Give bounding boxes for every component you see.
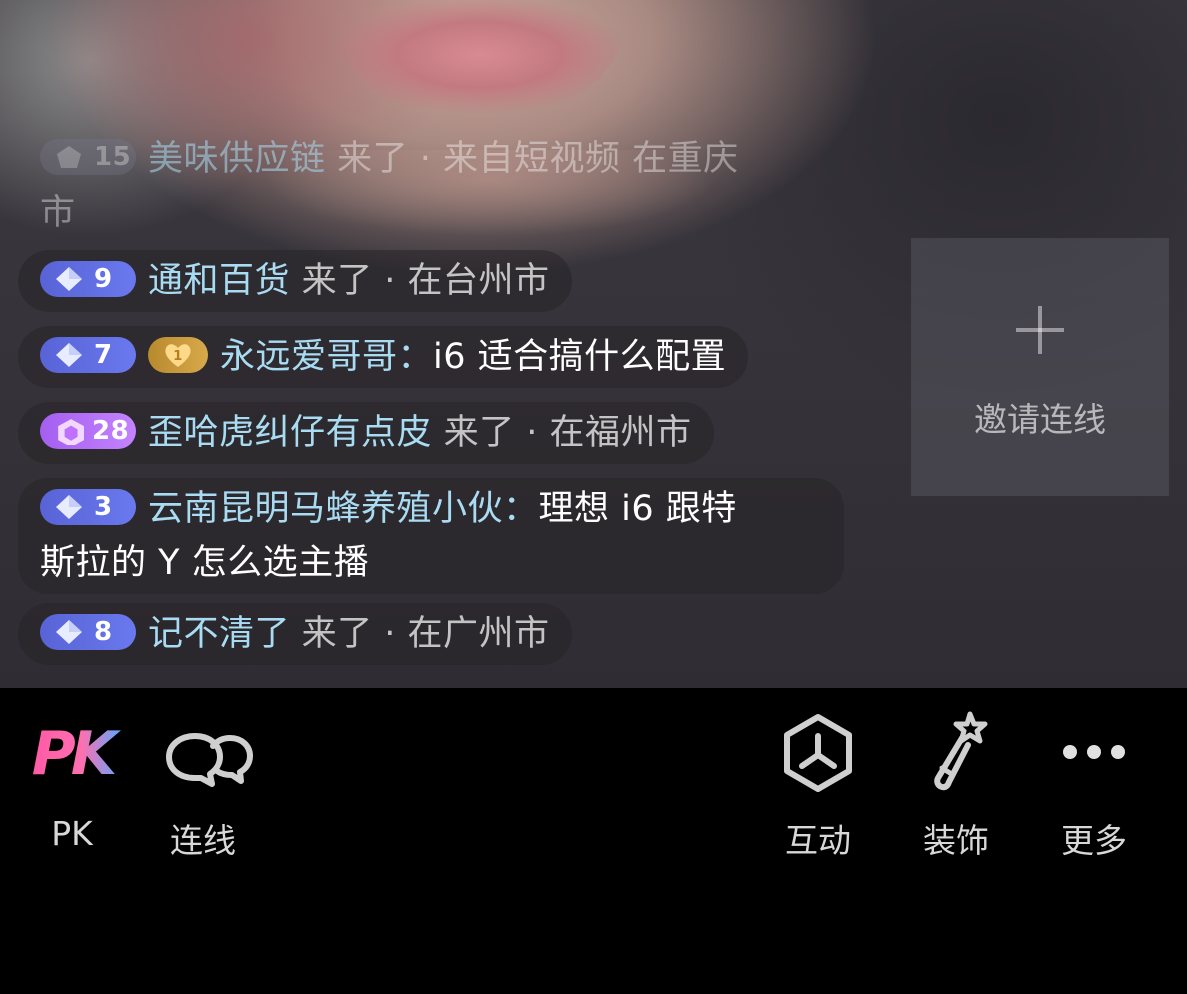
chat-message[interactable]: 15 美味供应链 来了 · 来自短视频 在重庆 市 (18, 128, 818, 244)
pk-icon: PK (2, 708, 142, 798)
invite-connect-button[interactable]: 邀请连线 (911, 238, 1169, 496)
level-badge: 8 (40, 614, 136, 650)
pk-label: PK (51, 814, 93, 853)
more-label: 更多 (1061, 821, 1127, 860)
chat-username[interactable]: 云南昆明马蜂养殖小伙 (148, 489, 503, 529)
interact-label: 互动 (785, 821, 851, 860)
interact-button[interactable]: 互动 (748, 688, 888, 888)
chat-message[interactable]: 7 1 永远爱哥哥：i6 适合搞什么配置 (18, 326, 749, 388)
diamond-icon (56, 267, 82, 291)
diamond-icon (56, 343, 82, 367)
chat-username[interactable]: 永远爱哥哥 (220, 337, 398, 377)
pentagon-icon (57, 146, 81, 168)
more-dots-icon (1024, 708, 1164, 798)
bottom-toolbar: PK PK 连线 互动 装饰 更多 (0, 688, 1187, 994)
magic-wand-icon (886, 708, 1026, 798)
connect-button[interactable]: 连线 (133, 688, 273, 888)
hexagon-gem-icon (58, 419, 84, 445)
streamer-face (330, 0, 630, 115)
fan-club-badge: 1 (148, 337, 208, 373)
level-badge: 9 (40, 261, 136, 297)
pk-button[interactable]: PK PK (2, 688, 142, 888)
interact-hexagon-icon (748, 708, 888, 798)
chat-username[interactable]: 通和百货 (148, 261, 290, 301)
level-badge: 7 (40, 337, 136, 373)
connect-label: 连线 (170, 821, 236, 860)
level-badge: 28 (40, 413, 136, 449)
heart-icon: 1 (165, 344, 191, 367)
invite-label: 邀请连线 (974, 400, 1106, 439)
decorate-button[interactable]: 装饰 (886, 688, 1026, 888)
chat-message[interactable]: 28 歪哈虎纠仔有点皮 来了 · 在福州市 (18, 402, 714, 464)
chat-text: i6 适合搞什么配置 (433, 337, 727, 377)
chat-username[interactable]: 记不清了 (148, 614, 290, 654)
svg-text:1: 1 (173, 349, 183, 364)
more-button[interactable]: 更多 (1024, 688, 1164, 888)
diamond-icon (56, 495, 82, 519)
chat-username[interactable]: 歪哈虎纠仔有点皮 (148, 413, 432, 453)
chat-text: 理想 i6 跟特 (538, 489, 737, 529)
live-video: 15 美味供应链 来了 · 来自短视频 在重庆 市 9 通和百货 来了 · 在台… (0, 0, 1187, 688)
svg-text:PK: PK (32, 719, 122, 789)
chat-message[interactable]: 8 记不清了 来了 · 在广州市 (18, 603, 572, 665)
chat-message[interactable]: 3 云南昆明马蜂养殖小伙：理想 i6 跟特 斯拉的 Y 怎么选主播 (18, 478, 844, 594)
chat-username[interactable]: 美味供应链 (148, 139, 326, 179)
level-badge: 15 (40, 139, 136, 175)
chat-bubbles-icon (133, 708, 273, 798)
chat-message[interactable]: 9 通和百货 来了 · 在台州市 (18, 250, 572, 312)
level-badge: 3 (40, 489, 136, 525)
diamond-icon (56, 620, 82, 644)
decorate-label: 装饰 (923, 821, 989, 860)
